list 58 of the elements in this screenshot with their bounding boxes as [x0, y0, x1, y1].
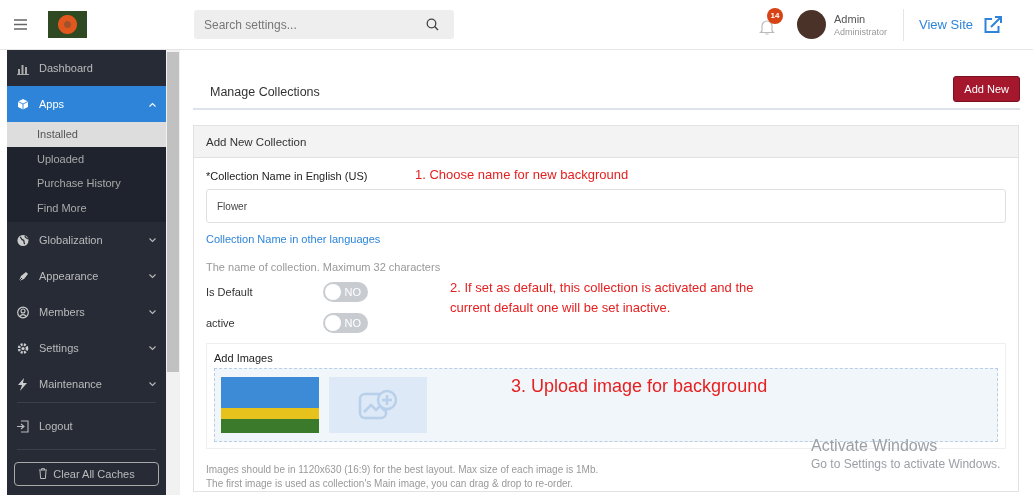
brush-icon: [17, 269, 29, 283]
scrollbar[interactable]: [166, 50, 180, 495]
chevron-down-icon[interactable]: [149, 381, 156, 387]
chevron-down-icon[interactable]: [149, 237, 156, 243]
gear-icon: [17, 341, 29, 355]
section-label: Add Images: [214, 352, 273, 364]
sidebar-item[interactable]: Maintenance: [7, 366, 166, 402]
add-new-button[interactable]: Add New: [953, 76, 1020, 102]
chevron-down-icon[interactable]: [149, 273, 156, 279]
sidebar-item[interactable]: Appearance: [7, 258, 166, 294]
sidebar-item[interactable]: Globalization: [7, 222, 166, 258]
trash-icon: [38, 468, 49, 479]
user-role: Administrator: [834, 26, 888, 37]
sidebar-item[interactable]: Apps: [7, 86, 166, 122]
user-name: Admin: [834, 12, 867, 25]
sidebar-item[interactable]: Dashboard: [7, 50, 166, 86]
page-title: Manage Collections: [210, 85, 320, 99]
toggle-label: active: [206, 316, 236, 329]
help-text: The first image is used as collection's Main image, you can drag & drop to re-order.: [206, 477, 574, 491]
logout-item[interactable]: Logout: [7, 403, 166, 449]
lightning-icon: [17, 377, 29, 391]
other-languages-link[interactable]: Collection Name in other languages: [206, 233, 381, 245]
input-field[interactable]: Flower: [206, 189, 1006, 223]
menu-icon[interactable]: [14, 19, 27, 30]
annotation-text: 2. If set as default, this collection is activated and the current default one will be set inactive.: [450, 279, 755, 317]
globe-icon: [17, 233, 29, 247]
help-text: The name of collection. Maximum 32 characters: [206, 261, 442, 273]
chevron-down-icon[interactable]: [149, 345, 156, 351]
activation-subtitle: Go to Settings to activate Windows.: [811, 457, 1001, 471]
logout-icon: [17, 419, 29, 433]
sidebar-item[interactable]: Members: [7, 294, 166, 330]
user-circle-icon: [17, 305, 29, 319]
annotation-text: 3. Upload image for background: [511, 376, 768, 397]
annotation-text: 1. Choose name for new background: [415, 167, 629, 182]
help-text: Images should be in 1120x630 (16:9) for the best layout. Max size of each image is 1Mb.: [206, 463, 599, 477]
external-link-icon[interactable]: [983, 15, 1003, 34]
chevron-down-icon[interactable]: [149, 309, 156, 315]
field-label: *Collection Name in English (US): [206, 170, 368, 182]
submenu-item[interactable]: Find More: [7, 195, 166, 220]
chevron-up-icon[interactable]: [149, 101, 156, 107]
submenu-item[interactable]: Purchase History: [7, 171, 166, 196]
submenu-item[interactable]: Uploaded: [7, 146, 166, 171]
clear-caches-button[interactable]: Clear All Caches: [14, 462, 159, 486]
submenu-item[interactable]: Installed: [7, 122, 166, 147]
bell-icon[interactable]: [759, 17, 775, 36]
search-field[interactable]: Search settings...: [194, 10, 454, 39]
logo-photo-placeholder: [48, 11, 87, 38]
image-plus-icon: [358, 389, 398, 421]
cube-icon: [17, 97, 29, 111]
view-site-link[interactable]: View Site: [919, 15, 1003, 34]
activation-title: Activate Windows: [811, 437, 939, 455]
photo-placeholder[interactable]: [221, 377, 319, 433]
card-header: Add New Collection: [194, 126, 1018, 158]
avatar[interactable]: [797, 10, 826, 39]
notification-badge: 14: [767, 7, 783, 24]
toggle-label: Is Default: [206, 285, 254, 298]
search-icon[interactable]: [426, 18, 439, 31]
sidebar-item[interactable]: Settings: [7, 330, 166, 366]
